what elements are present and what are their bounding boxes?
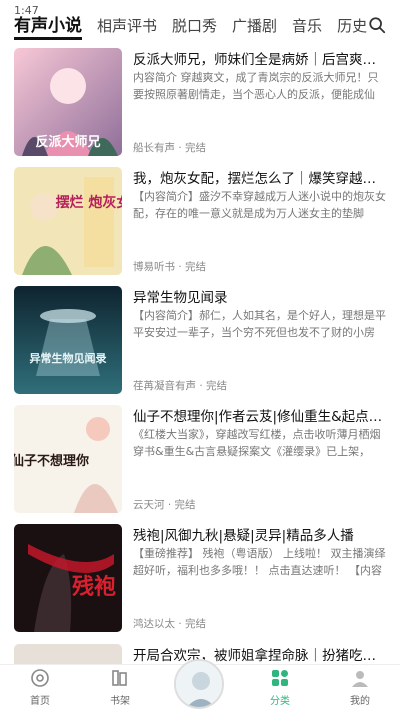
album-title[interactable]: 残袍|风御九秋|悬疑|灵异|精品多人播 [133, 524, 387, 544]
album-cover[interactable]: 仙子不想理你 [14, 405, 122, 513]
cover-title: 异常生物见闻录 [30, 351, 107, 365]
category-tabs: 有声小说 相声评书 脱口秀 广播剧 音乐 历史 [0, 8, 400, 42]
list-item[interactable]: 异常生物见闻录 异常生物见闻录 【内容简介】郝仁，人如其名，是个好人，理想是平平… [0, 280, 400, 399]
album-title[interactable]: 仙子不想理你|作者云芨|修仙重生&起点爆款... [133, 405, 387, 425]
list-item[interactable]: 摆烂 炮灰女配 我，炮灰女配，摆烂怎么了｜爆笑穿越｜团... 【内容简介】盛汐不… [0, 161, 400, 280]
search-icon[interactable] [368, 16, 386, 34]
nav-profile-label: 我的 [350, 696, 370, 707]
category-grid-icon [272, 670, 288, 686]
cover-title: 摆烂 炮灰女配 [56, 194, 122, 211]
bookshelf-icon [112, 670, 127, 686]
album-meta: 鸿达以太 · 完结 [133, 618, 207, 630]
nav-profile[interactable]: 我的 [320, 665, 400, 712]
album-description: 《红楼大当家》，穿越改写红楼，点击收听薄月栖烟穿书&重生&古言悬疑探案文《灌缨录… [133, 428, 381, 458]
cover-title: 仙子不想理你 [14, 453, 89, 469]
album-cover[interactable]: 摆烂 炮灰女配 [14, 167, 122, 275]
nav-bookshelf-label: 书架 [110, 696, 130, 707]
album-description: 内容简介 穿越爽文，成了青岚宗的反派大师兄！只要按照原著剧情走，当个恶心人的反派… [133, 71, 379, 101]
home-disc-icon [31, 669, 49, 687]
album-meta: 云天河 · 完结 [133, 499, 196, 511]
nav-bookshelf[interactable]: 书架 [80, 665, 160, 712]
tab-audio-novel[interactable]: 有声小说 [14, 11, 82, 40]
nav-home[interactable]: 首页 [0, 665, 80, 712]
cover-title: 反派大师兄 [35, 134, 100, 150]
bottom-navigation: 首页 书架 分类 我的 [0, 659, 400, 712]
nav-category-label: 分类 [270, 696, 290, 707]
now-playing-disc[interactable] [174, 659, 224, 709]
album-title[interactable]: 反派大师兄，师妹们全是病娇｜后宫爽文｜... [133, 48, 387, 68]
tab-history[interactable]: 历史 [337, 15, 367, 36]
nav-home-label: 首页 [30, 696, 50, 707]
list-item[interactable]: 残袍 残袍|风御九秋|悬疑|灵异|精品多人播 【重磅推荐】 残袍（粤语版） 上线… [0, 518, 400, 637]
profile-icon [352, 671, 368, 687]
album-description: 【内容简介】郝仁，人如其名，是个好人，理想是平平安安过一辈子，当个穷不死但也发不… [133, 309, 386, 339]
album-cover[interactable]: 反派大师兄 [14, 48, 122, 156]
album-meta: 船长有声 · 完结 [133, 142, 207, 154]
album-title[interactable]: 我，炮灰女配，摆烂怎么了｜爆笑穿越｜团... [133, 167, 387, 187]
album-cover[interactable]: 异常生物见闻录 [14, 286, 122, 394]
album-list: 反派大师兄 反派大师兄，师妹们全是病娇｜后宫爽文｜... 内容简介 穿越爽文，成… [0, 42, 400, 637]
tab-talk-show[interactable]: 脱口秀 [172, 15, 217, 36]
tab-radio-drama[interactable]: 广播剧 [232, 15, 277, 36]
album-meta: 荏苒凝音有声 · 完结 [133, 380, 228, 392]
list-item[interactable]: 仙子不想理你 仙子不想理你|作者云芨|修仙重生&起点爆款... 《红楼大当家》，… [0, 399, 400, 518]
album-meta: 博易听书 · 完结 [133, 261, 207, 273]
album-description: 【内容简介】盛汐不幸穿越成万人迷小说中的炮灰女配，存在的唯一意义就是成为万人迷女… [133, 190, 386, 220]
nav-category[interactable]: 分类 [240, 665, 320, 712]
cover-title: 残袍 [72, 574, 116, 600]
tab-music[interactable]: 音乐 [292, 15, 322, 36]
tab-crosstalk[interactable]: 相声评书 [97, 15, 157, 36]
nav-now-playing[interactable] [160, 659, 240, 712]
album-cover[interactable]: 残袍 [14, 524, 122, 632]
list-item[interactable]: 反派大师兄 反派大师兄，师妹们全是病娇｜后宫爽文｜... 内容简介 穿越爽文，成… [0, 42, 400, 161]
album-description: 【重磅推荐】 残袍（粤语版） 上线啦！ 双主播演绎超好听，福利也多多哦！！ 点击… [133, 547, 386, 577]
album-title[interactable]: 异常生物见闻录 [133, 286, 387, 306]
album-title[interactable]: 开局合欢宗，被师姐拿捏命脉｜扮猪吃虎｜法... [133, 644, 387, 664]
